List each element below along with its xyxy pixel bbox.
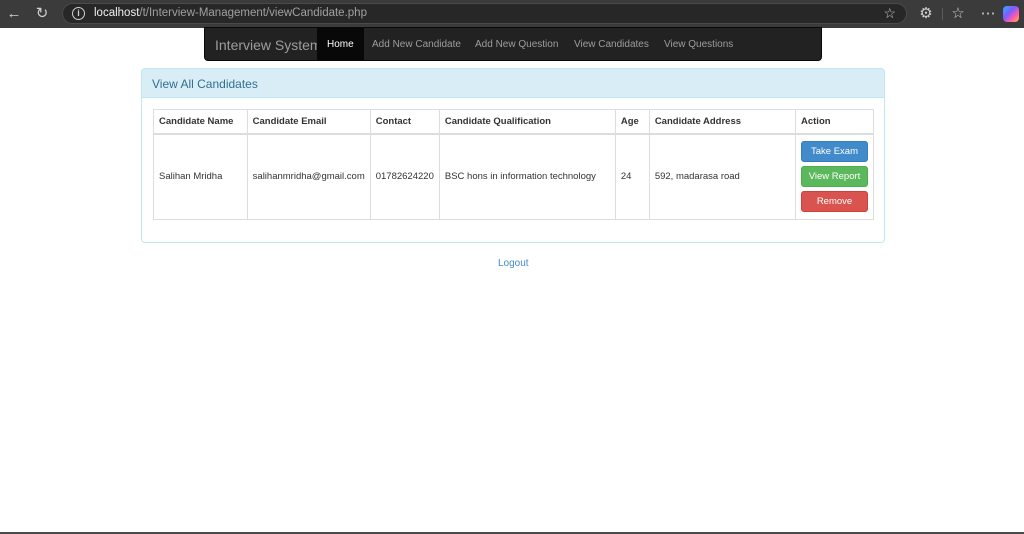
cell-actions: Take Exam View Report Remove <box>795 133 874 220</box>
view-report-button[interactable]: View Report <box>801 166 868 188</box>
reload-icon[interactable]: ↻ <box>32 4 52 24</box>
url-path: /t/Interview-Management/viewCandidate.ph… <box>139 7 367 19</box>
browser-toolbar: ← ↻ i localhost/t/Interview-Management/v… <box>0 0 1024 28</box>
nav-item-home[interactable]: Home <box>317 28 364 61</box>
candidates-table: Candidate Name Candidate Email Contact C… <box>153 109 874 220</box>
info-icon[interactable]: i <box>72 7 85 20</box>
cell-age: 24 <box>614 133 650 220</box>
extensions-icon[interactable]: ⚙ <box>916 4 936 24</box>
panel-title: View All Candidates <box>142 69 884 98</box>
take-exam-button[interactable]: Take Exam <box>801 141 868 163</box>
back-arrow-icon[interactable]: ← <box>4 4 24 24</box>
copilot-icon[interactable] <box>1003 6 1019 22</box>
cell-contact: 01782624220 <box>369 133 440 220</box>
header-candidate-qualification: Candidate Qualification <box>438 109 616 135</box>
nav-item-add-new-question[interactable]: Add New Question <box>465 28 568 61</box>
logout-link[interactable]: Logout <box>498 258 529 269</box>
address-bar[interactable]: i localhost/t/Interview-Management/viewC… <box>62 3 907 24</box>
header-contact: Contact <box>369 109 440 135</box>
header-age: Age <box>614 109 650 135</box>
url-text[interactable]: localhost/t/Interview-Management/viewCan… <box>94 7 367 19</box>
navbar: Interview System Home Add New Candidate … <box>204 27 822 61</box>
cell-name: Salihan Mridha <box>153 133 248 220</box>
header-action: Action <box>795 109 874 135</box>
favorites-icon[interactable]: ☆ <box>948 4 968 24</box>
remove-button[interactable]: Remove <box>801 191 868 213</box>
toolbar-divider <box>942 8 943 20</box>
more-icon[interactable]: ⋯ <box>978 4 998 24</box>
navbar-brand[interactable]: Interview System <box>215 37 322 53</box>
nav-item-view-candidates[interactable]: View Candidates <box>564 28 659 61</box>
url-host: localhost <box>94 7 140 19</box>
nav-item-add-new-candidate[interactable]: Add New Candidate <box>362 28 471 61</box>
cell-email: salihanmridha@gmail.com <box>246 133 371 220</box>
table-header-row: Candidate Name Candidate Email Contact C… <box>153 109 874 135</box>
cell-address: 592, madarasa road <box>648 133 797 220</box>
header-candidate-address: Candidate Address <box>648 109 797 135</box>
star-icon[interactable]: ☆ <box>883 5 896 22</box>
nav-item-view-questions[interactable]: View Questions <box>654 28 743 61</box>
header-candidate-email: Candidate Email <box>246 109 371 135</box>
page-viewport: Interview System Home Add New Candidate … <box>0 27 1024 532</box>
cell-qualification: BSC hons in information technology <box>438 133 616 220</box>
table-row: Salihan Mridha salihanmridha@gmail.com 0… <box>153 133 874 220</box>
header-candidate-name: Candidate Name <box>153 109 248 135</box>
candidates-panel: View All Candidates Candidate Name Candi… <box>141 68 885 243</box>
